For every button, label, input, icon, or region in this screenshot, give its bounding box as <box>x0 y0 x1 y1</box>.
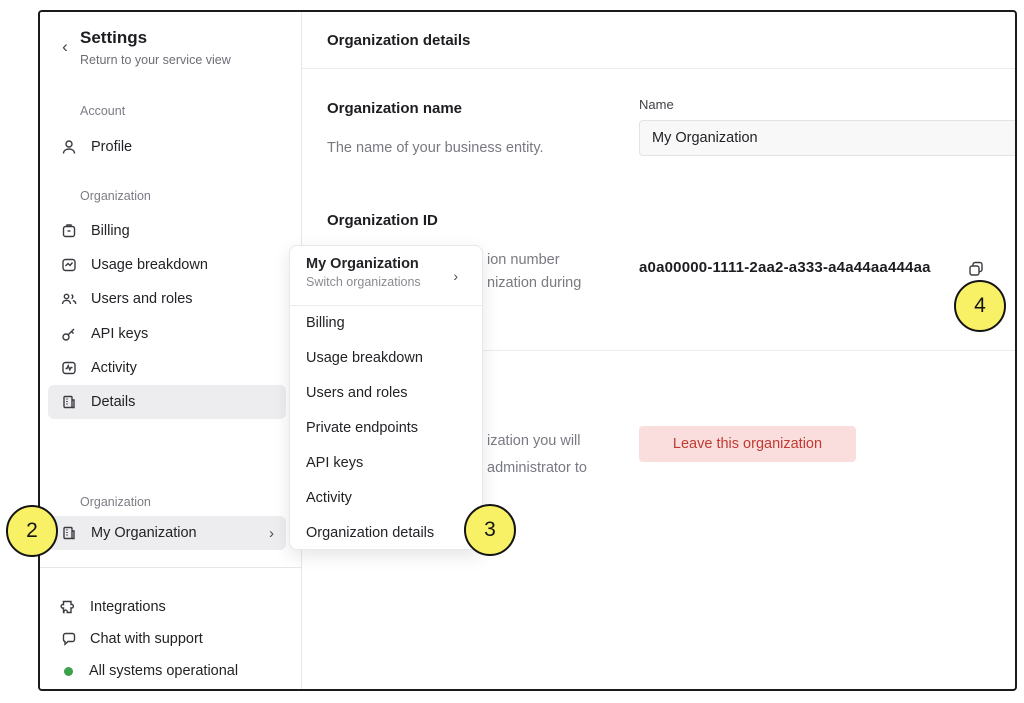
section-label-organization-2: Organization <box>80 495 151 509</box>
person-icon <box>60 138 78 156</box>
sidebar-divider <box>40 567 302 568</box>
chevron-right-icon: › <box>269 525 274 542</box>
chevron-right-icon: › <box>453 268 458 284</box>
menu-item-usage-breakdown[interactable]: Usage breakdown <box>290 341 482 376</box>
sidebar-item-api-keys[interactable]: API keys <box>48 317 286 351</box>
sidebar-item-label: Chat with support <box>90 631 203 647</box>
menu-item-api-keys[interactable]: API keys <box>290 446 482 481</box>
sidebar-item-my-organization[interactable]: My Organization › <box>48 516 286 550</box>
puzzle-icon <box>60 598 78 616</box>
back-chevron-icon[interactable]: ‹ <box>56 38 74 56</box>
usage-chart-icon <box>60 256 78 274</box>
leave-organization-button[interactable]: Leave this organization <box>639 426 856 462</box>
sidebar-item-label: My Organization <box>91 525 197 541</box>
sidebar-item-label: Integrations <box>90 599 166 615</box>
sidebar-item-billing[interactable]: Billing <box>48 214 286 248</box>
copy-icon[interactable] <box>964 257 988 281</box>
organization-switch-menu: My Organization Switch organizations › B… <box>289 245 483 550</box>
page-title: Organization details <box>327 32 470 49</box>
org-id-description-fragment-2: nization during <box>487 275 581 291</box>
section-label-organization: Organization <box>80 189 151 203</box>
organization-name-input[interactable] <box>639 120 1017 156</box>
sidebar-item-label: Details <box>91 394 135 410</box>
sidebar-item-chat-support[interactable]: Chat with support <box>60 626 203 652</box>
leave-description-fragment-1: ization you will <box>487 433 581 449</box>
menu-item-organization-details[interactable]: Organization details <box>290 516 482 551</box>
menu-item-activity[interactable]: Activity <box>290 481 482 516</box>
settings-sidebar: ‹ Settings Return to your service view A… <box>40 12 302 689</box>
leave-description-fragment-2: administrator to <box>487 460 587 476</box>
callout-badge-2: 2 <box>6 505 58 557</box>
users-icon <box>60 290 78 308</box>
org-name-description: The name of your business entity. <box>327 140 544 156</box>
menu-org-name: My Organization <box>306 256 466 272</box>
callout-badge-3: 3 <box>464 504 516 556</box>
menu-item-private-endpoints[interactable]: Private endpoints <box>290 411 482 446</box>
key-icon <box>60 325 78 343</box>
app-window: ‹ Settings Return to your service view A… <box>38 10 1017 691</box>
status-dot-icon <box>64 667 73 676</box>
sidebar-item-details[interactable]: Details <box>48 385 286 419</box>
organization-id-value: a0a00000-1111-2aa2-a333-a4a44aa444aa <box>639 259 931 276</box>
sidebar-item-label: Profile <box>91 139 132 155</box>
org-id-description-fragment-1: ion number <box>487 252 560 268</box>
chat-bubble-icon <box>60 630 78 648</box>
billing-icon <box>60 222 78 240</box>
menu-item-billing[interactable]: Billing <box>290 306 482 341</box>
sidebar-item-label: API keys <box>91 326 148 342</box>
name-field-label: Name <box>639 97 674 112</box>
sidebar-item-users-and-roles[interactable]: Users and roles <box>48 282 286 316</box>
sidebar-item-label: Billing <box>91 223 130 239</box>
sidebar-item-activity[interactable]: Activity <box>48 351 286 385</box>
menu-item-users-and-roles[interactable]: Users and roles <box>290 376 482 411</box>
header-divider <box>302 68 1015 69</box>
activity-pulse-icon <box>60 359 78 377</box>
sidebar-item-label: Activity <box>91 360 137 376</box>
organization-building-icon <box>60 524 78 542</box>
sidebar-item-system-status[interactable]: All systems operational <box>60 658 238 684</box>
organization-building-icon <box>60 393 78 411</box>
sidebar-item-label: All systems operational <box>89 663 238 679</box>
menu-header-my-organization[interactable]: My Organization Switch organizations › <box>290 246 482 305</box>
sidebar-item-label: Usage breakdown <box>91 257 208 273</box>
callout-badge-4: 4 <box>954 280 1006 332</box>
sidebar-item-profile[interactable]: Profile <box>48 130 286 164</box>
section-label-account: Account <box>80 104 125 118</box>
sidebar-item-integrations[interactable]: Integrations <box>60 594 166 620</box>
sidebar-item-usage-breakdown[interactable]: Usage breakdown <box>48 248 286 282</box>
menu-switch-subtitle: Switch organizations <box>306 275 466 289</box>
org-name-heading: Organization name <box>327 100 462 117</box>
sidebar-subtitle[interactable]: Return to your service view <box>80 53 231 67</box>
org-id-heading: Organization ID <box>327 212 438 229</box>
sidebar-item-label: Users and roles <box>91 291 193 307</box>
sidebar-title: Settings <box>80 28 147 48</box>
